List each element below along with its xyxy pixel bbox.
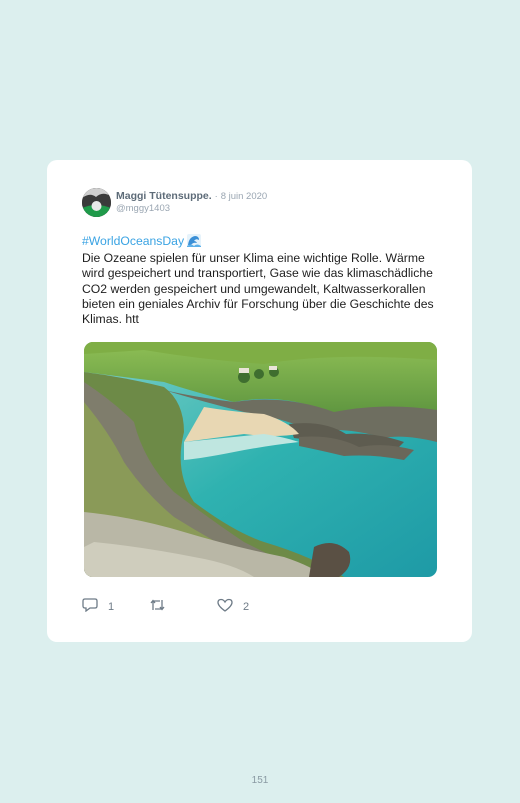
page-number: 151 xyxy=(251,775,269,786)
hashtag-line: #WorldOceansDay xyxy=(82,234,444,251)
tweet-date[interactable]: 8 juin 2020 xyxy=(221,191,267,202)
retweet-icon xyxy=(149,598,166,615)
author-line: Maggi Tütensuppe. · 8 juin 2020 xyxy=(116,190,267,202)
wave-icon xyxy=(187,234,202,251)
reply-count: 1 xyxy=(108,600,115,613)
retweet-button[interactable] xyxy=(149,598,166,615)
meta-separator: · xyxy=(214,191,218,202)
hashtag-link[interactable]: #WorldOceansDay xyxy=(82,234,184,248)
like-count: 2 xyxy=(243,600,250,613)
avatar[interactable] xyxy=(82,188,111,217)
tweet-card: Maggi Tütensuppe. · 8 juin 2020 @mggy140… xyxy=(47,160,472,642)
author-name[interactable]: Maggi Tütensuppe. xyxy=(116,190,212,202)
tweet-actions: 1 2 xyxy=(82,598,282,614)
author-handle[interactable]: @mggy1403 xyxy=(116,203,170,214)
like-button[interactable]: 2 xyxy=(217,598,249,615)
tweet-photo[interactable] xyxy=(84,342,437,577)
reply-button[interactable]: 1 xyxy=(82,598,114,615)
tweet-body: Die Ozeane spielen für unser Klima eine … xyxy=(82,251,434,327)
tweet-text: #WorldOceansDay Die Ozeane spielen für u… xyxy=(82,234,444,327)
heart-icon xyxy=(217,598,233,615)
comment-icon xyxy=(82,598,98,615)
